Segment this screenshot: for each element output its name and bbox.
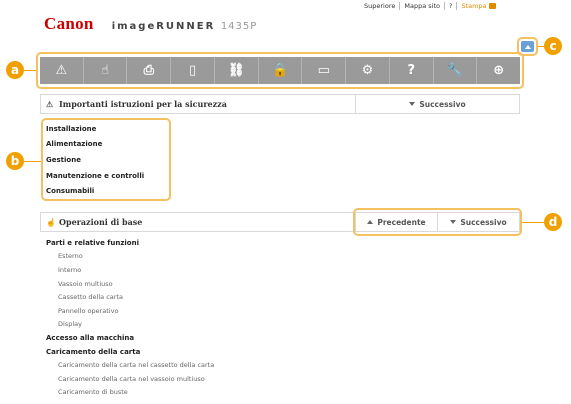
basic-operations-tree: Parti e relative funzioni Esterno Interno V… — [46, 236, 214, 399]
category-navbar: ⚠ ☝ ⎙ ▯ ⛓ 🔒 ▭ ⚙? 🔧 ⊕ — [40, 57, 520, 84]
callout-c: c — [544, 37, 562, 55]
lock-icon: 🔒 — [271, 63, 289, 78]
callout-line-d — [522, 222, 544, 223]
list-item[interactable]: Consumabili — [46, 183, 144, 199]
warning-icon: ⚠ — [46, 99, 54, 109]
wrench-icon: 🔧 — [446, 63, 464, 78]
nav-button-lock[interactable]: 🔒 — [257, 57, 302, 84]
warning-icon: ⚠ — [55, 63, 68, 78]
list-item[interactable]: Manutenzione e controlli — [46, 168, 144, 184]
safety-topic-list: Installazione Alimentazione Gestione Manute… — [46, 121, 144, 199]
highlight-d — [353, 208, 522, 236]
tree-topic[interactable]: Parti e relative funzioni — [46, 236, 214, 250]
home-link[interactable]: Superiore — [360, 2, 399, 10]
tree-subtopic[interactable]: Caricamento della carta nel vassoio mult… — [46, 372, 214, 386]
scanner-icon: ▭ — [317, 63, 330, 78]
callout-line-a — [24, 70, 36, 71]
sitemap-link[interactable]: Mappa sito — [399, 1, 444, 10]
tree-subtopic[interactable]: Caricamento della carta nel cassetto del… — [46, 358, 214, 372]
device-icon: ▯ — [188, 63, 197, 78]
section-title-text: Operazioni di base — [59, 217, 143, 227]
tree-topic[interactable]: Caricamento della carta — [46, 345, 214, 359]
callout-d: d — [544, 213, 562, 231]
tree-subtopic[interactable]: Caricamento di buste — [46, 386, 214, 400]
nav-button-device[interactable]: ▯ — [170, 57, 214, 84]
nav-button-warning[interactable]: ⚠ — [40, 57, 83, 84]
scroll-to-top-button[interactable] — [521, 41, 534, 52]
model-number: 1435P — [220, 21, 258, 32]
canon-logo: Canon — [44, 14, 94, 33]
nav-button-help[interactable]: ? — [388, 57, 433, 84]
help-icon: ? — [407, 63, 416, 78]
nav-button-wrench[interactable]: 🔧 — [432, 57, 477, 84]
section-title-text: Importanti istruzioni per la sicurezza — [59, 99, 227, 109]
top-links: Superiore Mappa sito ? Stampa — [360, 0, 560, 11]
nav-button-network[interactable]: ⛓ — [213, 57, 258, 84]
tree-subtopic[interactable]: Vassoio multiuso — [46, 277, 214, 291]
section-title: ☝ Operazioni di base — [41, 217, 355, 227]
next-link[interactable]: Successivo — [355, 95, 519, 113]
nav-button-printer[interactable]: ⎙ — [126, 57, 170, 84]
printer-icon: ⎙ — [143, 63, 155, 78]
print-label: Stampa — [461, 1, 487, 10]
product-name: imageRUNNER 1435P — [112, 21, 258, 32]
tree-subtopic[interactable]: Pannello operativo — [46, 304, 214, 318]
triangle-down-icon — [409, 102, 416, 106]
gear-icon: ⚙ — [361, 63, 374, 78]
callout-line-b — [24, 161, 41, 162]
help-link[interactable]: ? — [443, 1, 456, 10]
section-nav: Successivo — [355, 95, 519, 113]
next-label: Successivo — [419, 99, 466, 109]
nav-button-plus[interactable]: ⊕ — [476, 57, 520, 84]
arrow-up-icon — [524, 44, 531, 49]
nav-button-gear[interactable]: ⚙ — [345, 57, 389, 84]
brand-header: Canon imageRUNNER 1435P — [44, 14, 257, 34]
printer-icon — [488, 2, 496, 9]
list-item[interactable]: Gestione — [46, 152, 144, 168]
list-item[interactable]: Alimentazione — [46, 137, 144, 153]
tree-subtopic[interactable]: Display — [46, 318, 214, 332]
callout-b: b — [6, 152, 24, 170]
tree-subtopic[interactable]: Esterno — [46, 250, 214, 264]
callout-a: a — [6, 61, 24, 79]
nav-button-hand[interactable]: ☝ — [82, 57, 127, 84]
list-item[interactable]: Installazione — [46, 121, 144, 137]
tree-subtopic[interactable]: Cassetto della carta — [46, 290, 214, 304]
tree-subtopic[interactable]: Interno — [46, 263, 214, 277]
tree-topic[interactable]: Accesso alla macchina — [46, 331, 214, 345]
plus-icon: ⊕ — [493, 63, 505, 78]
hand-icon: ☝ — [46, 217, 56, 227]
section-title: ⚠ Importanti istruzioni per la sicurezza — [41, 99, 355, 109]
hand-icon: ☝ — [101, 63, 110, 78]
nav-button-scanner[interactable]: ▭ — [301, 57, 345, 84]
print-link[interactable]: Stampa — [456, 1, 499, 10]
section-header-safety: ⚠ Importanti istruzioni per la sicurezza… — [40, 94, 520, 114]
network-icon: ⛓ — [228, 63, 245, 78]
model-name: imageRUNNER — [111, 21, 216, 32]
